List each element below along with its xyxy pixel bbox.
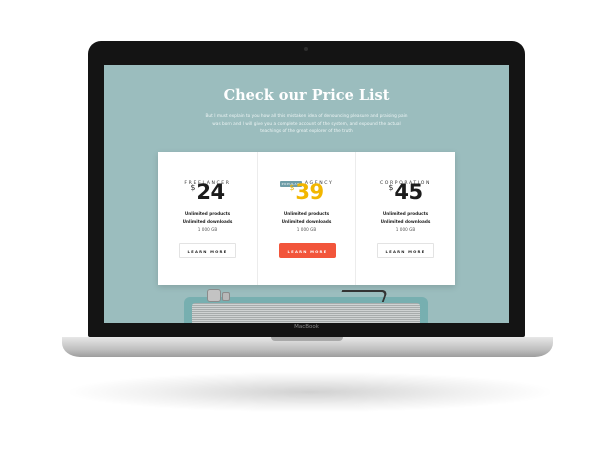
speaker-knob-small-icon: [222, 292, 230, 301]
plan-feature: Unlimited products: [382, 211, 429, 216]
laptop-base-notch: [271, 337, 343, 341]
plan-price: $45: [356, 180, 455, 204]
pricing-plan-freelancer: FREELANCER $24 Unlimited products Unlimi…: [158, 152, 257, 285]
price-amount: 45: [394, 180, 423, 204]
currency-symbol: $: [289, 183, 295, 192]
plan-feature: 1 000 GB: [395, 227, 416, 232]
pricing-plan-corporation: CORPORATION $45 Unlimited products Unlim…: [356, 152, 455, 285]
speaker-knob-icon: [207, 289, 221, 302]
page-intro-text: But I must explain to you how all this m…: [205, 114, 408, 134]
page-title: Check our Price List: [223, 87, 390, 104]
website-screen: Check our Price List But I must explain …: [104, 65, 509, 323]
pricing-table: FREELANCER $24 Unlimited products Unlimi…: [158, 152, 455, 285]
currency-symbol: $: [190, 183, 196, 192]
plan-feature: 1 000 GB: [197, 227, 218, 232]
device-brand-label: MacBook: [294, 324, 319, 330]
pricing-plan-agency: POPULAR AGENCY $39 Unlimited products Unl…: [257, 152, 356, 285]
speaker-handle: [337, 290, 389, 302]
camera-icon: [304, 47, 308, 51]
speaker-grill: [192, 303, 420, 323]
learn-more-button[interactable]: LEARN MORE: [279, 243, 336, 258]
currency-symbol: $: [388, 183, 394, 192]
laptop-base: [62, 337, 553, 357]
laptop-shadow: [70, 372, 550, 412]
plan-feature: Unlimited downloads: [182, 219, 233, 224]
learn-more-button[interactable]: LEARN MORE: [179, 243, 236, 258]
plan-feature: Unlimited products: [283, 211, 330, 216]
price-amount: 39: [295, 180, 324, 204]
plan-feature: 1 000 GB: [296, 227, 317, 232]
plan-price: $39: [258, 180, 355, 204]
plan-feature: Unlimited downloads: [281, 219, 332, 224]
plan-price: $24: [158, 180, 257, 204]
plan-feature: Unlimited products: [184, 211, 231, 216]
plan-feature: Unlimited downloads: [380, 219, 431, 224]
learn-more-button[interactable]: LEARN MORE: [377, 243, 434, 258]
laptop-screen-bezel: Check our Price List But I must explain …: [88, 41, 525, 337]
price-amount: 24: [196, 180, 225, 204]
